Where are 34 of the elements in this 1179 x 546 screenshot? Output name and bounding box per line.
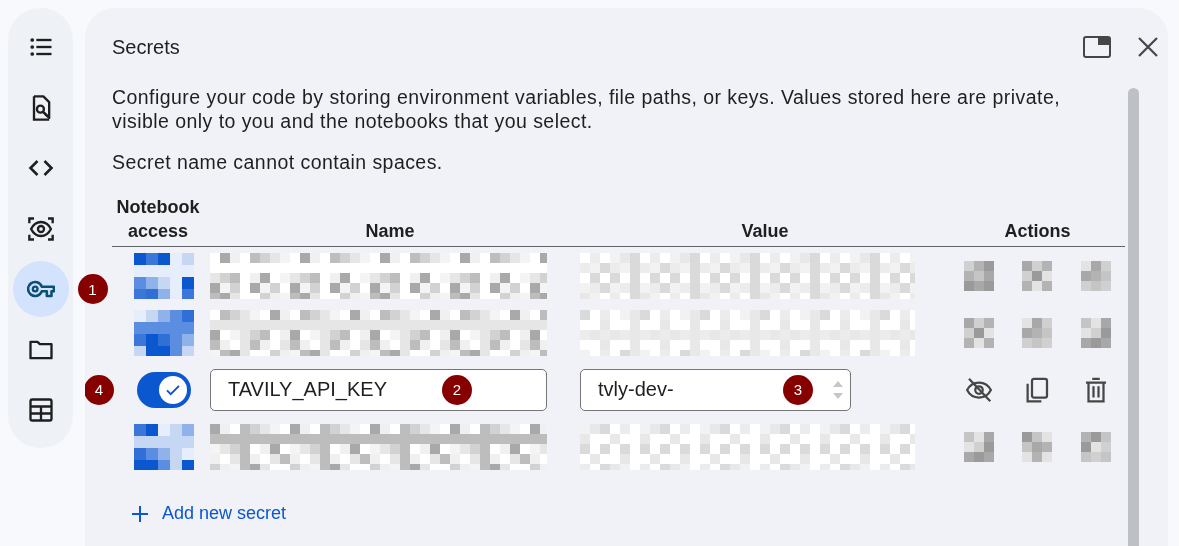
value-field[interactable]: tvly-dev- 3 [580,368,851,411]
access-toggle[interactable] [136,371,191,408]
pixelated-action-icon [1022,260,1053,291]
pixelated-action-icon [964,317,995,348]
column-header: Name [364,220,416,243]
pixelated-action-icon [1080,431,1111,462]
close-button[interactable] [1137,36,1159,58]
annotation-badge: 3 [783,374,813,405]
pixelated-action-icon [964,431,995,462]
plus-icon [132,505,148,522]
dock-button[interactable] [1083,35,1111,59]
note-text: Secret name cannot contain spaces. [112,150,444,174]
pixelated-action-icon [1022,317,1053,348]
value-text: tvly-dev- [598,378,674,401]
pixelated-action-icon [964,260,995,291]
annotation-badge: 4 [85,374,114,405]
column-header: Notebook access [115,196,201,243]
pixelated-action-icon [1080,260,1111,291]
panel-title: Secrets [112,35,181,59]
close-icon [1137,36,1159,58]
column-header: Value [740,220,790,243]
annotation-badge: 2 [442,374,472,405]
name-value: TAVILY_API_KEY [228,378,387,401]
dock-icon [1083,35,1111,59]
description-text: Configure your code by storing environment variables, file paths, or keys. Values stored here are private, visible only to you and the notebooks that you select. [112,85,1062,133]
pixelated-action-icon [1022,431,1053,462]
add-secret-button[interactable]: Add new secret [132,499,287,528]
table-icon [26,396,55,424]
scrollbar[interactable] [1128,88,1139,546]
annotation-badge: 1 [77,274,108,304]
pixelated-action-icon [1080,317,1111,348]
eye-icon [26,214,55,243]
column-header: Actions [1003,220,1072,243]
name-field[interactable]: TAVILY_API_KEY 2 [210,368,547,411]
